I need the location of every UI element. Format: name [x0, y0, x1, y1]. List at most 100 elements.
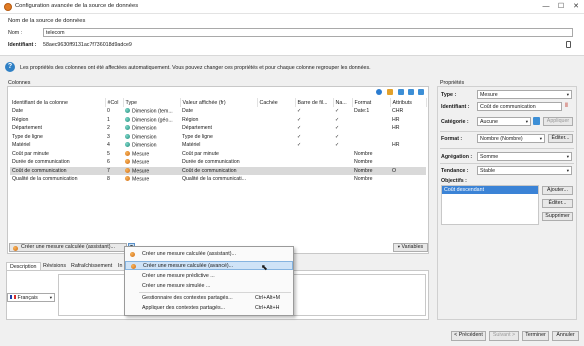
list-item[interactable]: Coût descendant	[442, 186, 538, 194]
create-measure-button[interactable]: Créer une mesure calculée (assistant)...	[9, 243, 127, 252]
table-cell-col: 0	[107, 108, 110, 115]
table-row[interactable]: Date 0 Dimension (tem... Date ✓ ✓ Date:1 CHR	[10, 107, 426, 116]
type-label: Mesure	[132, 176, 150, 183]
table-cell-attr: O	[390, 166, 426, 175]
table-row[interactable]: Matériel 4 Dimension Matériel ✓ ✓ HR	[10, 141, 426, 150]
table-cell-id: Département	[12, 125, 42, 132]
table-cell-display: Durée de communication	[182, 159, 240, 166]
measure-icon	[125, 150, 130, 156]
table-cell-display: Département	[182, 125, 212, 132]
minimize-icon[interactable]: —	[540, 2, 552, 12]
property-id-field[interactable]: Coût de communication	[477, 102, 562, 111]
maximize-icon[interactable]: ☐	[555, 2, 567, 12]
divider	[440, 148, 574, 149]
previous-button[interactable]: < Précédent	[451, 331, 486, 341]
table-cell-display: Date	[182, 108, 193, 115]
language-select[interactable]: Français ▾	[7, 293, 55, 302]
table-cell-filter: ✓	[297, 108, 302, 115]
column-header[interactable]: Type	[123, 98, 181, 107]
type-select[interactable]: Mesure ▾	[477, 90, 572, 99]
add-objective-button[interactable]: Ajouter...	[542, 186, 573, 195]
dimension-icon	[125, 133, 130, 139]
dimension-icon	[125, 116, 130, 122]
table-cell-hidden	[257, 175, 295, 184]
table-cell-hidden	[257, 116, 295, 125]
measure-icon	[125, 159, 130, 164]
column-header[interactable]: Na...	[333, 98, 353, 107]
column-header[interactable]: Format	[352, 98, 391, 107]
table-row[interactable]: Département 2 Dimension Département ✓ ✓ HR	[10, 124, 426, 133]
table-cell-col: 1	[107, 116, 110, 123]
table-cell-attr	[390, 133, 426, 142]
edit-objective-button[interactable]: Éditer...	[542, 199, 573, 208]
menu-item-label: Créer une mesure calculée (assistant)...	[142, 251, 236, 257]
table-row[interactable]: Coût de communication 7 Mesure Coût de comm…	[10, 166, 426, 175]
menu-item[interactable]: Créer une mesure calculée (assistant)...	[125, 250, 293, 259]
translate-icon[interactable]: Ⅱ	[565, 103, 572, 110]
table-cell-format	[352, 141, 390, 150]
check-icon[interactable]	[418, 89, 424, 95]
name-field[interactable]: telecom	[43, 28, 573, 37]
column-header[interactable]: Identifiant de la colonne	[10, 98, 106, 107]
table-row[interactable]: Durée de communication 6 Mesure Durée de co…	[10, 158, 426, 167]
table-cell-na	[333, 158, 352, 167]
copy-icon[interactable]	[566, 41, 571, 48]
property-id-label: Identifiant :	[441, 104, 470, 110]
category-select[interactable]: Aucune ▾	[477, 117, 531, 126]
format-select[interactable]: Nombre (Nombre) ▾	[477, 134, 545, 143]
delete-objective-button[interactable]: Supprimer	[542, 212, 573, 221]
warning-icon[interactable]	[387, 89, 393, 95]
grid-icon[interactable]	[408, 89, 414, 95]
variables-button[interactable]: ▾ Variables	[393, 243, 428, 252]
trend-select[interactable]: Stable ▾	[477, 166, 572, 175]
aggregation-select[interactable]: Somme ▾	[477, 152, 572, 161]
table-cell-hidden	[257, 166, 295, 175]
menu-item[interactable]: Appliquer des contextes partagés... Ctrl+…	[125, 304, 293, 313]
finish-button[interactable]: Terminer	[522, 331, 549, 341]
table-row[interactable]: Type de ligne 3 Dimension Type de ligne ✓ ✓	[10, 133, 426, 142]
info-icon: ?	[5, 62, 15, 72]
category-edit-icon[interactable]	[533, 117, 540, 125]
table-cell-na: ✓	[335, 142, 340, 149]
table-cell-type: Mesure	[123, 175, 180, 184]
table-row[interactable]: Coût par minute 5 Mesure Coût par minute Nom…	[10, 150, 426, 159]
column-header[interactable]: Cachée	[257, 98, 296, 107]
menu-item[interactable]: Créer une mesure simulée ...	[125, 282, 293, 291]
table-cell-col: 6	[107, 159, 110, 166]
cancel-button[interactable]: Annuler	[552, 331, 579, 341]
divider	[440, 131, 574, 132]
table-cell-type: Mesure	[123, 150, 180, 159]
category-label: Catégorie :	[441, 119, 469, 125]
apply-button[interactable]: Appliquer	[543, 117, 573, 126]
table-icon[interactable]	[398, 89, 404, 95]
measure-icon	[125, 167, 130, 173]
table-cell-id: Qualité de la communication	[12, 176, 78, 183]
table-cell-format: Nombre	[354, 176, 373, 183]
table-cell-id: Durée de communication	[12, 159, 70, 166]
dimension-icon	[125, 142, 130, 147]
menu-item-label: Gestionnaire des contextes partagés...	[142, 295, 233, 301]
table-cell-type: Dimension (tem...	[123, 107, 180, 116]
column-header[interactable]: Barre de fil...	[295, 98, 334, 107]
next-button[interactable]: Suivant >	[489, 331, 519, 341]
table-cell-id: Région	[12, 116, 29, 123]
table-cell-id: Type de ligne	[12, 133, 43, 140]
measure-icon	[130, 251, 135, 257]
format-edit-button[interactable]: Éditer...	[548, 134, 573, 143]
type-label: Type :	[441, 92, 457, 98]
column-header[interactable]: Attributs	[390, 98, 427, 107]
table-row[interactable]: Région 1 Dimension (géo... Région ✓ ✓ HR	[10, 116, 426, 125]
search-icon[interactable]	[376, 89, 382, 95]
table-cell-col: 7	[105, 166, 123, 175]
column-header[interactable]: #Col	[105, 98, 124, 107]
menu-item[interactable]: Gestionnaire des contextes partagés... Ct…	[125, 294, 293, 303]
column-header[interactable]: Valeur affichée (fr)	[180, 98, 258, 107]
menu-item[interactable]: Créer une mesure prédictive ...	[125, 272, 293, 281]
close-icon[interactable]: ✕	[570, 2, 582, 12]
chevron-down-icon: ▾	[566, 168, 569, 173]
id-label: Identifiant :	[8, 42, 37, 48]
table-row[interactable]: Qualité de la communication 8 Mesure Qualit…	[10, 175, 426, 184]
name-label: Nom :	[8, 30, 23, 36]
table-cell-attr	[390, 175, 426, 184]
table-cell-hidden	[257, 124, 295, 133]
